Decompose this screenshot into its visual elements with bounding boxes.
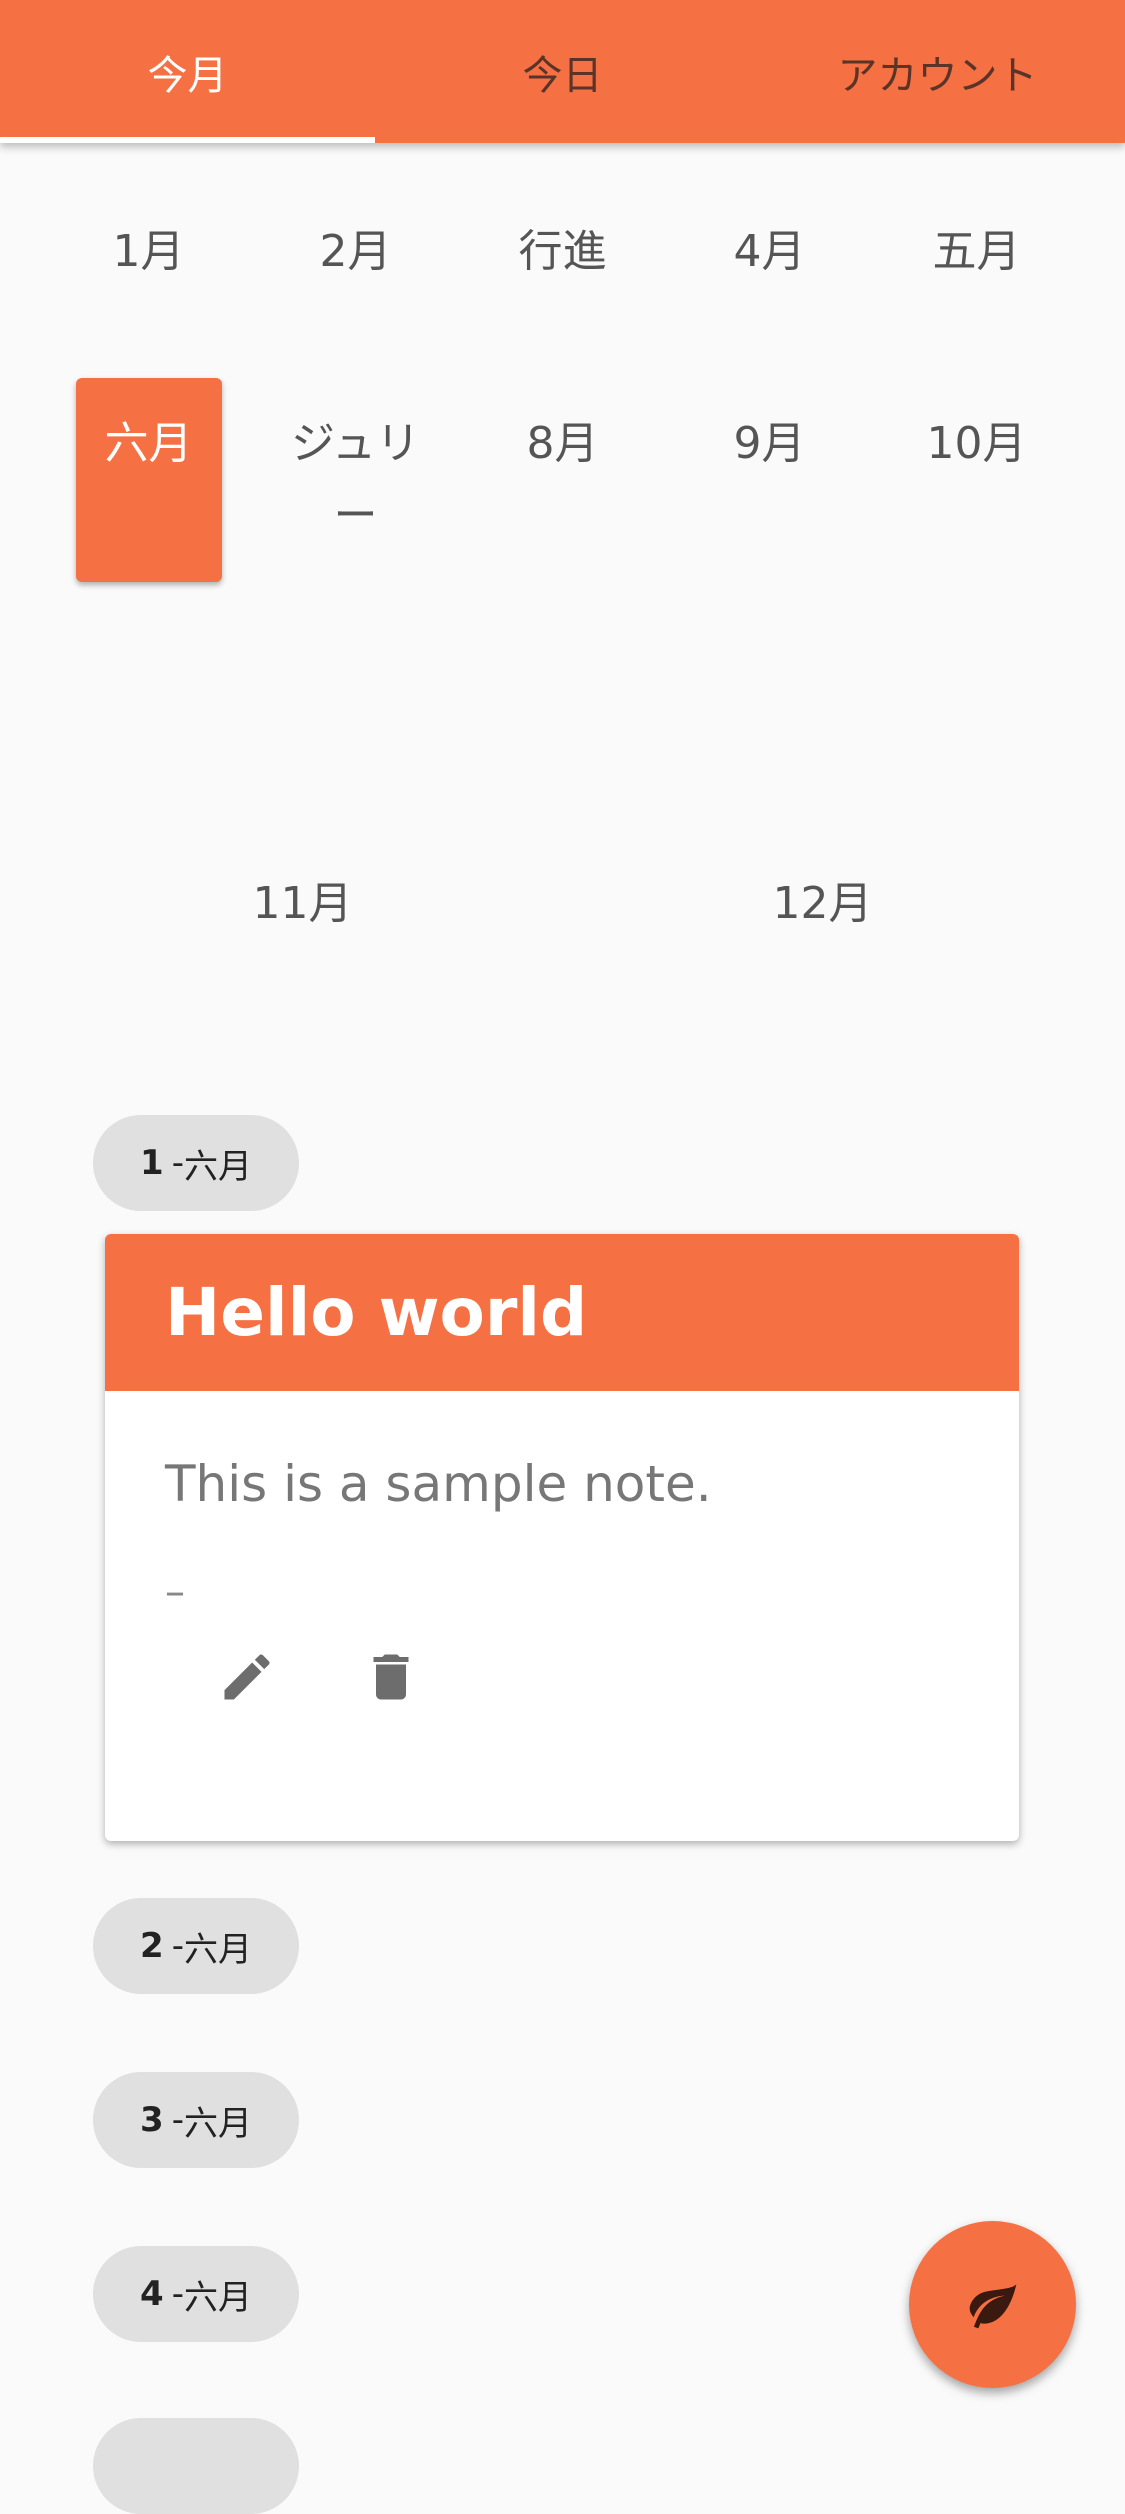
day-chip[interactable]: 2 - 六月 — [93, 1898, 299, 1994]
add-note-fab[interactable] — [909, 2221, 1076, 2388]
tab-today[interactable]: 今日 — [375, 0, 750, 143]
month-label: 4月 — [733, 226, 806, 277]
top-tab-bar: 今月 今日 アカウント — [0, 0, 1125, 143]
chip-month: 六月 — [183, 2103, 252, 2144]
month-item[interactable]: ジュリー — [252, 378, 459, 582]
day-chip-partial[interactable] — [93, 2418, 299, 2514]
month-row-2: 六月 ジュリー 8月 9月 10月 — [0, 378, 1125, 582]
month-item[interactable]: 11月 — [43, 838, 563, 970]
month-item[interactable]: 2月 — [252, 186, 459, 318]
month-label: 1月 — [112, 226, 185, 277]
chip-month: 六月 — [183, 1146, 252, 1187]
tab-this-month[interactable]: 今月 — [0, 0, 375, 143]
day-chip[interactable]: 3 - 六月 — [93, 2072, 299, 2168]
chip-month: 六月 — [183, 2277, 252, 2318]
chip-separator: - — [171, 1926, 184, 1966]
trash-icon — [373, 1654, 409, 1700]
month-row-1: 1月 2月 行進 4月 五月 — [0, 186, 1125, 318]
month-item[interactable]: 4月 — [666, 186, 873, 318]
note-body: This is a sample note. – — [105, 1391, 1019, 1719]
note-text: This is a sample note. — [165, 1455, 712, 1513]
note-title: Hello world — [105, 1234, 1019, 1391]
chip-separator: - — [171, 1143, 184, 1183]
month-item[interactable]: 10月 — [873, 378, 1080, 582]
note-actions — [205, 1635, 959, 1719]
chip-separator: - — [171, 2274, 184, 2314]
month-row-3: 11月 12月 — [0, 838, 1125, 970]
chip-month: 六月 — [183, 1929, 252, 1970]
day-chip[interactable]: 1 - 六月 — [93, 1115, 299, 1211]
leaf-icon — [969, 2283, 1016, 2328]
chip-day-number: 3 — [140, 2100, 164, 2140]
month-label: 11月 — [252, 878, 353, 929]
month-grid: 1月 2月 行進 4月 五月 六月 ジュリー 8月 9月 10月 11月 12月 — [0, 143, 1125, 929]
month-label: 8月 — [526, 418, 599, 469]
month-label: ジュリー — [291, 418, 420, 541]
chip-day-number: 4 — [140, 2274, 164, 2314]
chip-day-number: 2 — [140, 1926, 164, 1966]
month-item[interactable]: 12月 — [563, 838, 1083, 970]
month-item[interactable]: 五月 — [873, 186, 1080, 318]
month-label: 2月 — [319, 226, 392, 277]
month-label: 10月 — [926, 418, 1027, 469]
pencil-icon — [224, 1654, 270, 1700]
month-item[interactable]: 1月 — [45, 186, 252, 318]
month-label: 行進 — [518, 226, 607, 277]
day-chip[interactable]: 4 - 六月 — [93, 2246, 299, 2342]
note-dash: – — [165, 1569, 185, 1615]
month-label: 9月 — [733, 418, 806, 469]
month-label: 五月 — [932, 226, 1021, 277]
month-item[interactable]: 8月 — [459, 378, 666, 582]
month-item[interactable]: 9月 — [666, 378, 873, 582]
month-item[interactable]: 行進 — [459, 186, 666, 318]
month-label: 12月 — [772, 878, 873, 929]
chip-separator: - — [171, 2100, 184, 2140]
chip-day-number: 1 — [140, 1143, 164, 1183]
month-label: 六月 — [75, 378, 222, 582]
edit-button[interactable] — [205, 1635, 289, 1719]
note-card: Hello world This is a sample note. – — [105, 1234, 1019, 1841]
delete-button[interactable] — [349, 1635, 433, 1719]
month-item-selected[interactable]: 六月 — [45, 378, 252, 582]
tab-account[interactable]: アカウント — [750, 0, 1125, 143]
